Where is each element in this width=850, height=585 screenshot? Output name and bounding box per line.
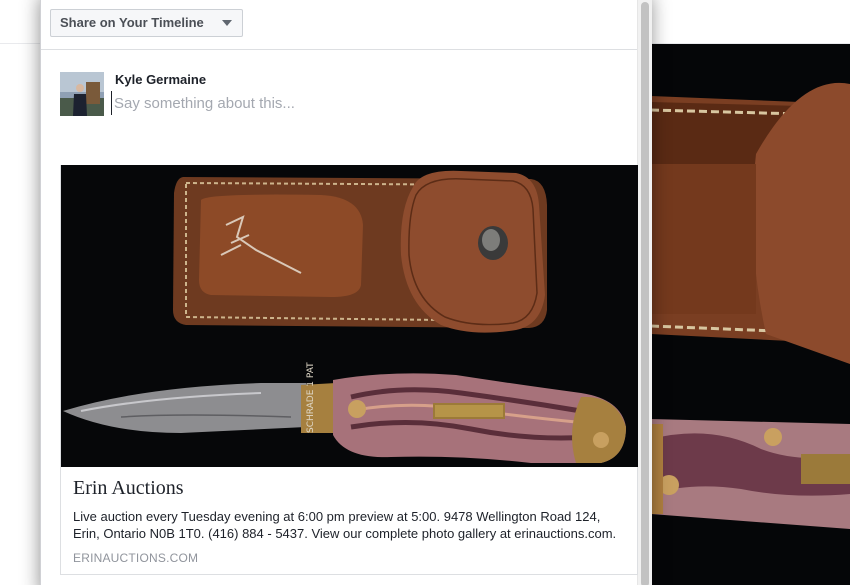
background-photo (651, 44, 850, 585)
link-preview-image: SCHRADE 1 PAT (61, 165, 638, 467)
author-name: Kyle Germaine (115, 72, 207, 87)
post-message-input[interactable] (111, 91, 611, 115)
share-dialog: Share on Your Timeline Kyle Germaine Say… (40, 0, 652, 585)
share-target-dropdown[interactable]: Share on Your Timeline (50, 9, 243, 37)
link-preview-description: Live auction every Tuesday evening at 6:… (73, 509, 617, 541)
share-target-label: Share on Your Timeline (60, 15, 204, 30)
dialog-scrollbar[interactable] (637, 0, 652, 585)
avatar (60, 72, 104, 116)
post-composer: Kyle Germaine (60, 72, 620, 122)
link-preview-card[interactable]: SCHRADE 1 PAT Erin Auctions Live auction… (60, 165, 638, 575)
chevron-down-icon (221, 20, 232, 26)
knife-brand-stamp: SCHRADE 1 PAT (306, 362, 316, 433)
link-preview-domain: ERINAUCTIONS.COM (73, 551, 199, 565)
link-preview-title[interactable]: Erin Auctions (73, 477, 184, 500)
dialog-header: Share on Your Timeline (41, 0, 637, 50)
scrollbar-thumb[interactable] (641, 2, 649, 585)
